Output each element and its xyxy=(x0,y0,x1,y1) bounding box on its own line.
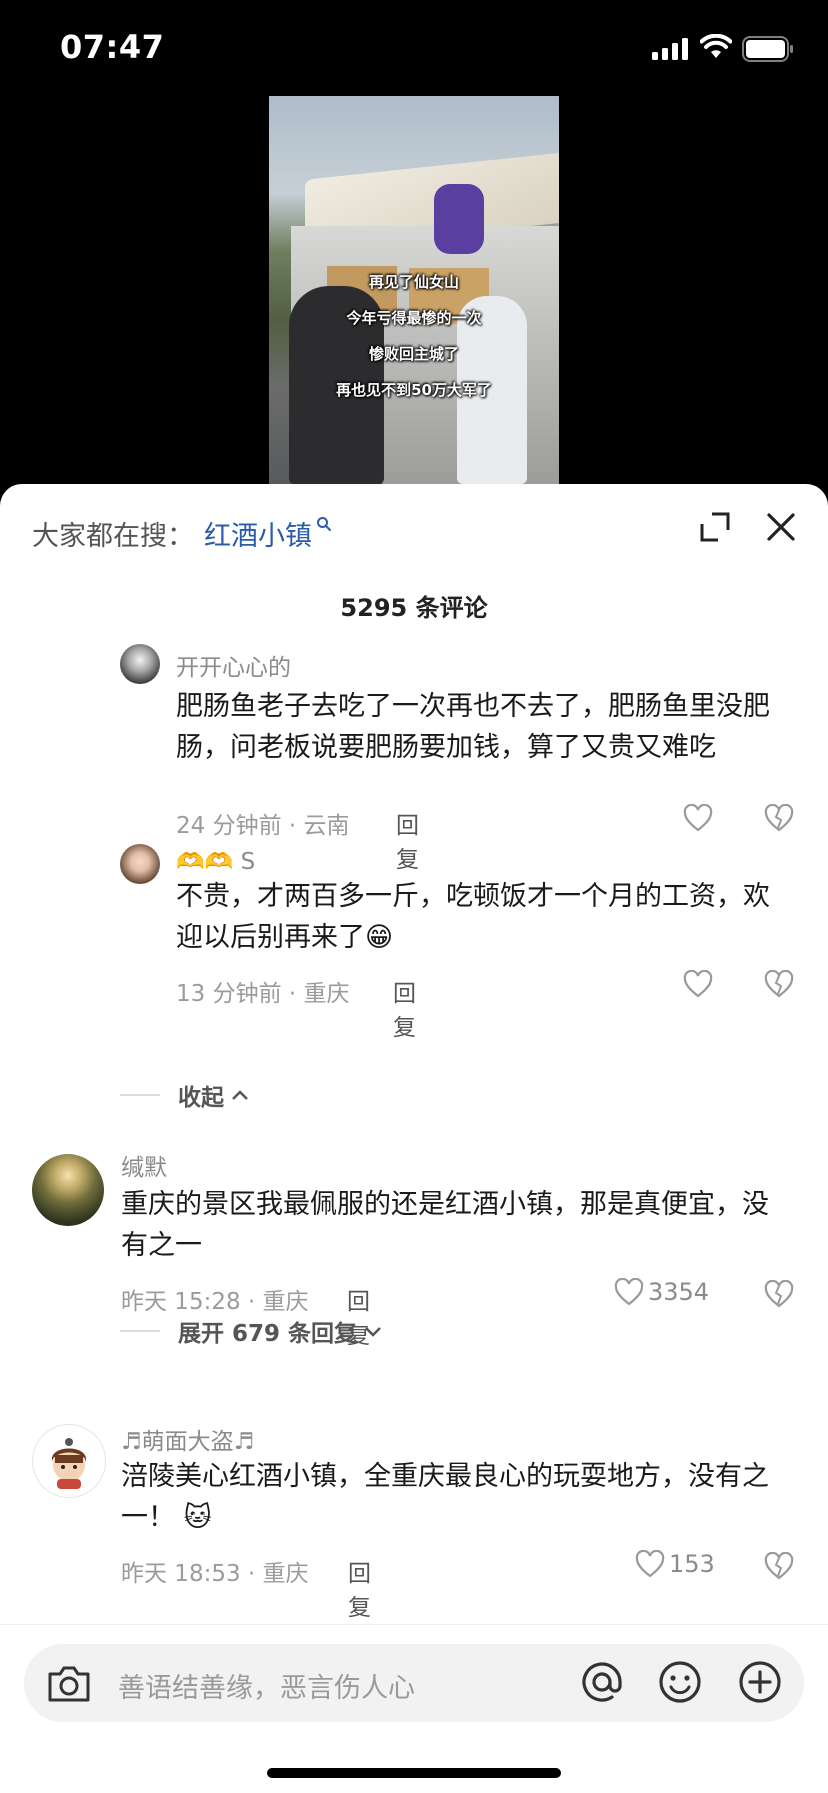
expand-replies-button[interactable]: 展开 679 条回复 xyxy=(120,1314,385,1348)
video-caption-line: 惨败回主城了 xyxy=(368,345,459,363)
comment-meta: 昨天 18:53 · 重庆 xyxy=(121,1561,309,1587)
comment-text: 重庆的景区我最佩服的还是红酒小镇，那是真便宜，没有之一 xyxy=(121,1189,769,1261)
battery-icon xyxy=(742,36,793,62)
avatar[interactable] xyxy=(120,644,160,684)
reply-button[interactable]: 回复 xyxy=(393,974,416,1042)
like-icon[interactable] xyxy=(683,804,713,832)
like-count: 3354 xyxy=(648,1278,710,1306)
status-bar: 07:47 xyxy=(0,0,828,100)
dislike-icon[interactable] xyxy=(764,1552,794,1580)
like-count: 153 xyxy=(669,1550,715,1578)
comment-text: 肥肠鱼老子去吃了一次再也不去了，肥肠鱼里没肥肠，问老板说要肥肠要加钱，算了又贵又… xyxy=(176,691,770,763)
video-caption-line: 再见了仙女山 xyxy=(368,273,459,291)
comment-input[interactable]: 善语结善缘，恶言伤人心 xyxy=(24,1644,804,1722)
comment-text: 不贵，才两百多一斤，吃顿饭才一个月的工资，欢迎以后别再来了😁 xyxy=(176,881,770,953)
comments-sheet: 大家都在搜： 红酒小镇 5295 条评论 开开心心的 肥肠鱼老子去吃了一次再也不去… xyxy=(0,484,828,1792)
comment-author[interactable]: 🫶🫶 S xyxy=(176,848,255,875)
like-button[interactable]: 153 xyxy=(635,1550,715,1578)
mention-icon[interactable] xyxy=(578,1658,626,1706)
collapse-replies-button[interactable]: 收起 xyxy=(120,1078,252,1112)
video-caption-line: 今年亏得最惨的一次 xyxy=(346,309,482,327)
reply-button[interactable]: 回复 xyxy=(396,806,419,874)
chevron-down-icon xyxy=(365,1327,381,1337)
search-prefix: 大家都在搜： xyxy=(32,521,194,552)
comment-author[interactable]: 缄默 xyxy=(121,1148,167,1182)
avatar[interactable] xyxy=(32,1154,104,1226)
comment-author[interactable]: ♬萌面大盗♬ xyxy=(121,1422,254,1456)
camera-icon[interactable] xyxy=(46,1662,92,1704)
video-preview[interactable]: 再见了仙女山 今年亏得最惨的一次 惨败回主城了 再也见不到50万大军了 xyxy=(269,96,559,484)
cartoon-avatar-icon xyxy=(52,1438,86,1489)
reply-button[interactable]: 回复 xyxy=(348,1554,371,1622)
like-icon[interactable] xyxy=(683,970,713,998)
wifi-icon xyxy=(700,34,732,58)
expand-icon[interactable] xyxy=(698,510,732,544)
like-button[interactable]: 3354 xyxy=(614,1278,709,1306)
comment-meta: 昨天 15:28 · 重庆 xyxy=(121,1289,309,1315)
video-captions: 再见了仙女山 今年亏得最惨的一次 惨败回主城了 再也见不到50万大军了 xyxy=(269,264,559,408)
search-icon xyxy=(317,517,331,531)
search-suggestion[interactable]: 大家都在搜： 红酒小镇 xyxy=(32,514,332,553)
dislike-icon[interactable] xyxy=(764,804,794,832)
home-indicator[interactable] xyxy=(267,1768,561,1778)
comment-count: 5295 条评论 xyxy=(340,594,488,622)
collapse-label: 收起 xyxy=(178,1085,224,1111)
video-caption-line: 再也见不到50万大军了 xyxy=(336,381,492,399)
emoji-icon[interactable] xyxy=(656,1658,704,1706)
comment-input-placeholder[interactable]: 善语结善缘，恶言伤人心 xyxy=(118,1666,415,1705)
comment-author[interactable]: 开开心心的 xyxy=(176,648,291,682)
comment-input-bar: 善语结善缘，恶言伤人心 xyxy=(0,1624,828,1793)
comment-meta: 13 分钟前 · 重庆 xyxy=(176,981,350,1007)
comment-text: 涪陵美心红酒小镇，全重庆最良心的玩耍地方，没有之一！ 🐱 xyxy=(121,1461,769,1533)
avatar[interactable] xyxy=(120,844,160,884)
status-time: 07:47 xyxy=(60,28,165,66)
search-keyword[interactable]: 红酒小镇 xyxy=(204,521,312,552)
like-icon xyxy=(614,1278,644,1306)
close-icon[interactable] xyxy=(762,508,800,546)
chevron-up-icon xyxy=(232,1090,248,1100)
add-icon[interactable] xyxy=(736,1658,784,1706)
expand-label: 展开 679 条回复 xyxy=(178,1321,358,1347)
dislike-icon[interactable] xyxy=(764,1280,794,1308)
like-icon xyxy=(635,1550,665,1578)
avatar[interactable] xyxy=(32,1424,106,1498)
signal-icon xyxy=(652,38,688,60)
comment-meta: 24 分钟前 · 云南 xyxy=(176,813,350,839)
dislike-icon[interactable] xyxy=(764,970,794,998)
